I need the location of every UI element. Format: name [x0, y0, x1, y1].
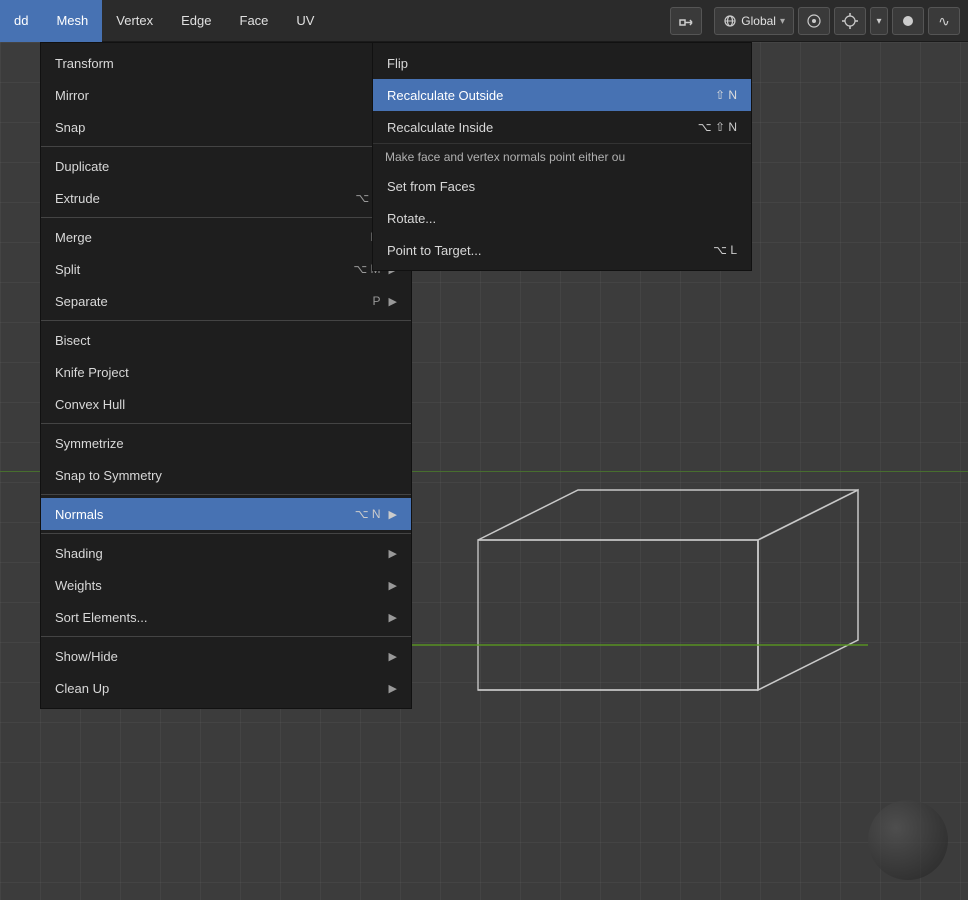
normals-set-from-faces[interactable]: Set from Faces — [373, 170, 751, 202]
global-selector[interactable]: Global ▾ — [714, 7, 794, 35]
proportional-edit-icon — [805, 12, 823, 30]
tooltip-recalculate: Make face and vertex normals point eithe… — [373, 143, 751, 170]
menu-shading[interactable]: Shading ▶ — [41, 537, 411, 569]
global-icon — [723, 14, 737, 28]
snap-icon — [841, 12, 859, 30]
menu-transform[interactable]: Transform ▶ — [41, 47, 411, 79]
snap-options-btn[interactable]: ▾ — [870, 7, 888, 35]
menu-mirror[interactable]: Mirror ▶ — [41, 79, 411, 111]
menu-separate[interactable]: Separate P ▶ — [41, 285, 411, 317]
divider-2 — [41, 217, 411, 218]
global-label: Global — [741, 14, 776, 28]
normals-rotate[interactable]: Rotate... — [373, 202, 751, 234]
top-right-icons-group: Global ▾ ▾ ∿ — [670, 0, 968, 42]
menu-snap[interactable]: Snap ▶ — [41, 111, 411, 143]
menu-merge[interactable]: Merge M ▶ — [41, 221, 411, 253]
normals-submenu: Flip Recalculate Outside ⇧ N Recalculate… — [372, 42, 752, 271]
divider-4 — [41, 423, 411, 424]
menu-split[interactable]: Split ⌥ M ▶ — [41, 253, 411, 285]
menu-item-uv[interactable]: UV — [282, 0, 328, 42]
divider-3 — [41, 320, 411, 321]
menu-weights[interactable]: Weights ▶ — [41, 569, 411, 601]
proportional-edit-btn[interactable] — [798, 7, 830, 35]
divider-6 — [41, 533, 411, 534]
navigation-sphere — [868, 800, 948, 880]
menu-convex-hull[interactable]: Convex Hull — [41, 388, 411, 420]
menu-normals[interactable]: Normals ⌥ N ▶ — [41, 498, 411, 530]
divider-5 — [41, 494, 411, 495]
transform-icon-btn[interactable] — [670, 7, 702, 35]
menu-bisect[interactable]: Bisect — [41, 324, 411, 356]
global-chevron-icon: ▾ — [780, 16, 785, 27]
menu-symmetrize[interactable]: Symmetrize — [41, 427, 411, 459]
mesh-dropdown-menu: Transform ▶ Mirror ▶ Snap ▶ Duplicate ⇧ … — [40, 42, 412, 709]
menu-snap-to-symmetry[interactable]: Snap to Symmetry — [41, 459, 411, 491]
normals-recalculate-outside[interactable]: Recalculate Outside ⇧ N — [373, 79, 751, 111]
pivot-icon — [899, 12, 917, 30]
menu-item-vertex[interactable]: Vertex — [102, 0, 167, 42]
menu-sort-elements[interactable]: Sort Elements... ▶ — [41, 601, 411, 633]
menu-show-hide[interactable]: Show/Hide ▶ — [41, 640, 411, 672]
menu-knife-project[interactable]: Knife Project — [41, 356, 411, 388]
menu-clean-up[interactable]: Clean Up ▶ — [41, 672, 411, 704]
divider-1 — [41, 146, 411, 147]
normals-flip[interactable]: Flip — [373, 47, 751, 79]
menu-item-edge[interactable]: Edge — [167, 0, 225, 42]
menu-item-face[interactable]: Face — [226, 0, 283, 42]
snap-btn[interactable] — [834, 7, 866, 35]
menu-duplicate[interactable]: Duplicate ⇧ D — [41, 150, 411, 182]
menu-item-add[interactable]: dd — [0, 0, 42, 42]
menu-item-mesh[interactable]: Mesh — [42, 0, 102, 42]
normals-point-to-target[interactable]: Point to Target... ⌥ L — [373, 234, 751, 266]
top-menubar: dd Mesh Vertex Edge Face UV — [0, 0, 968, 42]
pivot-point-btn[interactable] — [892, 7, 924, 35]
normals-recalculate-inside[interactable]: Recalculate Inside ⌥ ⇧ N — [373, 111, 751, 143]
proportional-falloff-btn[interactable]: ∿ — [928, 7, 960, 35]
transform-icon — [677, 12, 695, 30]
divider-7 — [41, 636, 411, 637]
menu-extrude[interactable]: Extrude ⌥ E ▶ — [41, 182, 411, 214]
